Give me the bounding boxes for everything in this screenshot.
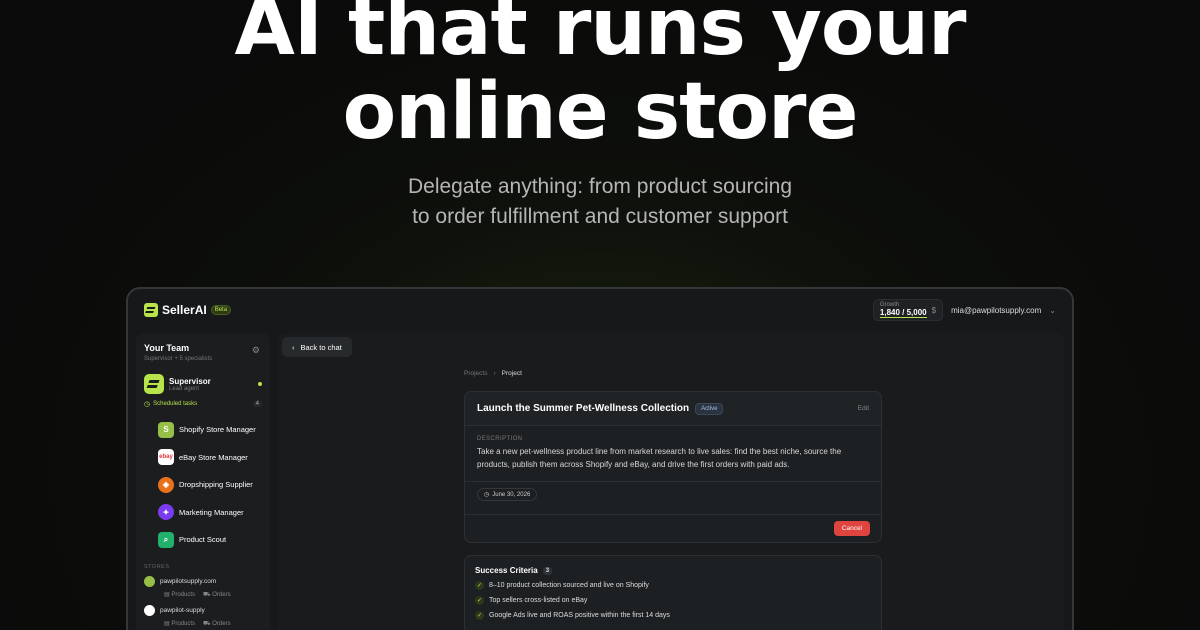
- logo-icon: [144, 303, 158, 317]
- clock-icon: ◷: [484, 492, 490, 498]
- scheduled-tasks-count: 4: [252, 401, 262, 407]
- clock-icon: ◷: [144, 401, 151, 408]
- agent-item-marketing-manager[interactable]: ✦ Marketing Manager: [158, 499, 262, 527]
- breadcrumb-current: Project: [501, 370, 522, 377]
- supervisor-role: Lead agent: [169, 385, 200, 392]
- agent-item-product-scout[interactable]: ⌕ Product Scout: [158, 526, 262, 554]
- ebay-store-icon: [144, 604, 155, 616]
- hero-subtitle-line-1: Delegate anything: from product sourcing: [407, 175, 793, 198]
- chevron-left-icon: ‹: [292, 342, 295, 352]
- supervisor-name: Supervisor: [169, 376, 211, 386]
- agent-item-shopify-store-manager[interactable]: S Shopify Store Manager: [158, 416, 262, 444]
- success-criteria-card: Success Criteria 3 ✓ 8–10 product collec…: [464, 555, 882, 630]
- store-orders-link[interactable]: ⛟ Orders: [203, 620, 231, 628]
- brand-name: SellerAI: [162, 303, 207, 317]
- hero-subtitle-line-2: to order fulfillment and customer suppor…: [412, 205, 788, 228]
- agent-label: Marketing Manager: [179, 507, 244, 517]
- store-orders-link[interactable]: ⛟ Orders: [203, 591, 231, 599]
- sidebar: Your Team Supervisor + 5 specialists ⚙ S…: [136, 333, 270, 630]
- box-icon: ◈: [158, 476, 174, 493]
- edit-button[interactable]: Edit: [858, 405, 869, 412]
- hero-subtitle: Delegate anything: from product sourcing…: [0, 172, 1200, 232]
- agent-item-dropshipping-supplier[interactable]: ◈ Dropshipping Supplier: [158, 471, 262, 499]
- criteria-item: ✓ Top sellers cross-listed on eBay: [475, 595, 588, 605]
- status-badge: Active: [695, 402, 724, 415]
- dollar-icon: $: [931, 305, 937, 315]
- main-panel: ‹ Back to chat Projects › Project Launch…: [278, 333, 1064, 630]
- agent-label: Dropshipping Supplier: [179, 480, 253, 490]
- check-icon: ✓: [475, 595, 484, 605]
- project-title: Launch the Summer Pet-Wellness Collectio…: [477, 403, 690, 414]
- criteria-title: Success Criteria: [475, 566, 538, 575]
- criteria-count: 3: [542, 566, 553, 575]
- back-to-chat-button[interactable]: ‹ Back to chat: [282, 337, 352, 357]
- shopify-store-icon: [144, 575, 155, 587]
- user-menu-email[interactable]: mia@pawpilotsupply.com: [951, 306, 1041, 315]
- criteria-item: ✓ Google Ads live and ROAS positive with…: [475, 610, 670, 620]
- supervisor-avatar: [144, 374, 164, 394]
- shopify-icon: S: [158, 421, 174, 438]
- criteria-item: ✓ 8–10 product collection sourced and li…: [475, 580, 649, 590]
- store-products-link[interactable]: ▤ Products: [164, 620, 195, 628]
- due-date-chip[interactable]: ◷ June 30, 2026: [477, 488, 538, 501]
- cancel-project-button[interactable]: Cancel: [833, 521, 870, 536]
- project-description: Take a new pet-wellness product line fro…: [477, 447, 842, 469]
- agent-label: Shopify Store Manager: [179, 425, 256, 435]
- check-icon: ✓: [475, 610, 484, 620]
- beta-badge: Beta: [210, 305, 232, 315]
- chevron-down-icon[interactable]: ⌄: [1049, 306, 1056, 315]
- scheduled-tasks-link[interactable]: ◷ Scheduled tasks 4: [144, 400, 262, 408]
- scheduled-tasks-label: Scheduled tasks: [153, 401, 198, 407]
- due-date: June 30, 2026: [492, 491, 531, 498]
- description-label: DESCRIPTION: [477, 436, 523, 442]
- megaphone-icon: ✦: [158, 504, 174, 521]
- breadcrumb-projects[interactable]: Projects: [464, 370, 487, 377]
- team-subtitle: Supervisor + 5 specialists: [144, 356, 213, 362]
- gear-icon[interactable]: ⚙: [252, 345, 260, 356]
- ebay-icon: ebay: [158, 449, 174, 466]
- project-card: Launch the Summer Pet-Wellness Collectio…: [464, 391, 882, 543]
- growth-value: 1,840 / 5,000: [879, 308, 927, 318]
- back-to-chat-label: Back to chat: [300, 342, 342, 352]
- supervisor-item[interactable]: Supervisor Lead agent: [144, 374, 262, 394]
- check-icon: ✓: [475, 580, 484, 590]
- hero-title-line-2: online store: [342, 67, 859, 157]
- search-icon: ⌕: [158, 531, 174, 548]
- top-bar: SellerAI Beta Growth 1,840 / 5,000 $ mia…: [128, 289, 1072, 331]
- hero-title-line-1: AI that runs your: [234, 0, 967, 73]
- hero-title: AI that runs your online store: [0, 0, 1200, 154]
- agent-item-ebay-store-manager[interactable]: ebay eBay Store Manager: [158, 444, 262, 472]
- chevron-right-icon: ›: [493, 370, 496, 377]
- breadcrumb: Projects › Project: [464, 370, 522, 377]
- store-name: pawpilotsupply.com: [160, 577, 217, 585]
- store-item[interactable]: pawpilot-supply ▤ Products ⛟ Orders: [144, 604, 262, 628]
- online-status-dot: [258, 382, 262, 386]
- stores-section-label: STORES: [144, 563, 170, 570]
- team-title: Your Team: [144, 343, 190, 353]
- store-products-link[interactable]: ▤ Products: [164, 591, 195, 599]
- agent-label: Product Scout: [179, 535, 227, 545]
- app-window: SellerAI Beta Growth 1,840 / 5,000 $ mia…: [126, 287, 1074, 630]
- growth-usage-meter[interactable]: Growth 1,840 / 5,000 $: [872, 299, 944, 321]
- agent-list: S Shopify Store Manager ebay eBay Store …: [144, 416, 262, 554]
- agent-label: eBay Store Manager: [179, 452, 248, 462]
- store-item[interactable]: pawpilotsupply.com ▤ Products ⛟ Orders: [144, 575, 262, 599]
- store-name: pawpilot-supply: [160, 606, 205, 614]
